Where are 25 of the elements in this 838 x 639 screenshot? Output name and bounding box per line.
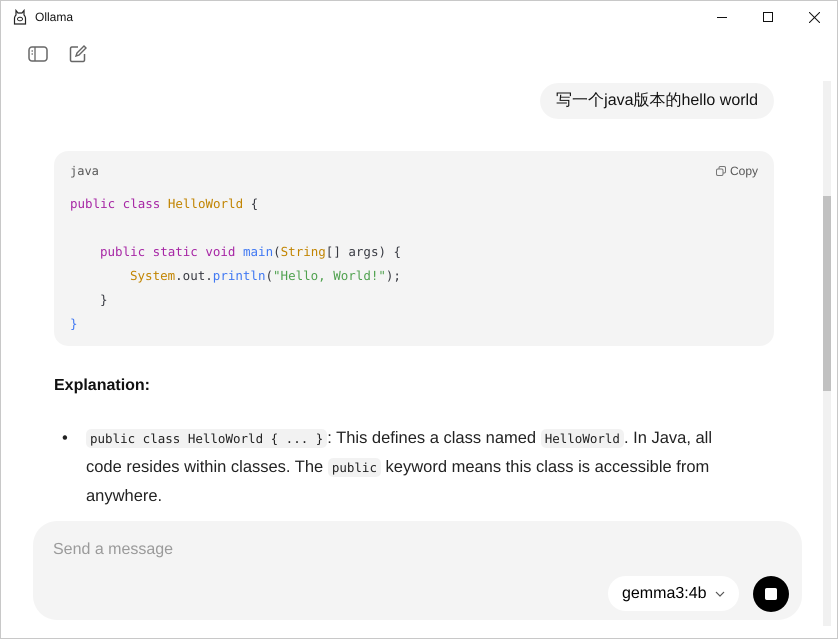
chevron-down-icon: [714, 590, 724, 596]
sidebar-icon: [28, 46, 48, 62]
new-chat-button[interactable]: [67, 43, 89, 65]
code-language: java: [70, 163, 99, 180]
code-line: System.out.println("Hello, World!");: [130, 267, 401, 285]
user-message: 写一个java版本的hello world: [540, 83, 774, 119]
close-icon: [808, 12, 820, 22]
maximize-icon: [763, 12, 773, 22]
section-heading: Explanation:: [54, 376, 152, 396]
copy-button[interactable]: Copy: [716, 162, 758, 180]
stop-button[interactable]: [753, 576, 789, 612]
copy-icon: [716, 166, 726, 176]
edit-icon: [69, 45, 87, 63]
code-line: public class HelloWorld {: [70, 195, 258, 213]
code-line: }: [100, 291, 108, 309]
code-line: }: [70, 315, 78, 333]
code-line: public static void main(String[] args) {: [100, 243, 402, 261]
bullet-text: public class HelloWorld { ... } : This defines a class named HelloWorld . In Java, all code resides within classes. The public keyword means this class is accessible from anywhere.: [86, 428, 713, 507]
app-logo-icon: [13, 9, 27, 25]
window-title: Ollama: [35, 9, 74, 26]
model-selector[interactable]: gemma3:4b: [608, 576, 738, 611]
bullet-marker: •: [61, 428, 69, 449]
scrollbar-thumb[interactable]: [823, 196, 831, 391]
stop-icon: [765, 588, 777, 600]
message-input[interactable]: Send a message: [53, 537, 653, 563]
